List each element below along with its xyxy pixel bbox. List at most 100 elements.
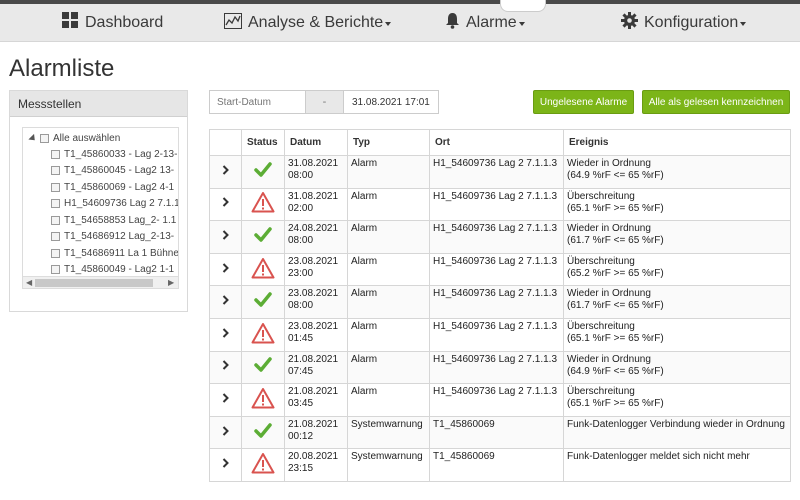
header-expand — [209, 129, 242, 156]
location-cell: H1_54609736 Lag 2 7.1.1.3 — [429, 317, 564, 352]
chevron-down-icon — [740, 22, 747, 26]
scrollbar-thumb[interactable] — [35, 279, 153, 287]
nav-alarme[interactable]: Alarme — [445, 11, 525, 35]
date-cell: 23.08.2021 08:00 — [284, 285, 348, 319]
tree-item-checkbox[interactable] — [51, 149, 60, 159]
table-row[interactable]: 24.08.2021 08:00 Alarm H1_54609736 Lag 2 7.… — [209, 220, 791, 254]
date-cell: 24.08.2021 08:00 — [284, 220, 348, 254]
event-cell: Überschreitung (65.1 %rF >= 65 %rF) — [563, 187, 791, 222]
nav-dashboard[interactable]: Dashboard — [62, 11, 163, 35]
chart-icon — [224, 12, 242, 34]
main-navbar: Dashboard Analyse & Berichte Alarme Konf… — [0, 0, 800, 42]
chevron-right-icon — [222, 230, 229, 240]
tree-item[interactable]: T1_45860069 - Lag2 4-1 — [51, 179, 174, 195]
tree-horizontal-scrollbar[interactable]: ◀ ▶ — [23, 276, 178, 288]
header-typ[interactable]: Typ — [347, 129, 430, 156]
table-row[interactable]: 21.08.2021 00:12 Systemwarnung T1_45860069 F… — [209, 415, 791, 450]
tree-item-checkbox[interactable] — [51, 215, 60, 225]
row-expand-button[interactable] — [209, 220, 242, 254]
tree-item-label: T1_45860033 - Lag 2-13- — [64, 148, 178, 160]
type-cell: Alarm — [347, 350, 430, 385]
row-expand-button[interactable] — [209, 448, 242, 482]
table-row[interactable]: 31.08.2021 02:00 Alarm H1_54609736 Lag 2 7.… — [209, 187, 791, 222]
table-row[interactable]: 23.08.2021 23:00 Alarm H1_54609736 Lag 2 7.… — [209, 252, 791, 287]
row-expand-button[interactable] — [209, 252, 242, 287]
collapse-triangle-icon[interactable] — [28, 133, 38, 143]
status-cell — [241, 415, 285, 450]
mark-all-read-button[interactable]: Alle als gelesen kennzeichnen — [642, 90, 790, 114]
row-expand-button[interactable] — [209, 155, 242, 189]
header-status[interactable]: Status — [241, 129, 285, 156]
chevron-right-icon — [222, 425, 229, 436]
type-cell: Alarm — [347, 252, 430, 287]
table-row[interactable]: 23.08.2021 01:45 Alarm H1_54609736 Lag 2 7.… — [209, 317, 791, 352]
tree-item-checkbox[interactable] — [51, 182, 60, 192]
nav-analyse-label: Analyse & Berichte — [248, 14, 384, 31]
check-icon — [254, 357, 272, 376]
tree-item[interactable]: H1_54609736 Lag 2 7.1.1 — [51, 196, 178, 212]
status-cell — [241, 350, 285, 385]
row-expand-button[interactable] — [209, 187, 242, 222]
status-cell — [241, 155, 285, 189]
date-cell: 21.08.2021 07:45 — [284, 350, 348, 385]
tree-item[interactable]: T1_54686911 La 1 Bühne — [51, 245, 179, 261]
nav-dashboard-label: Dashboard — [85, 14, 164, 31]
scroll-right-icon[interactable]: ▶ — [168, 278, 174, 287]
row-expand-button[interactable] — [209, 383, 242, 417]
event-text: Funk-Datenlogger meldet sich nicht mehr — [567, 451, 750, 463]
nav-analyse[interactable]: Analyse & Berichte — [224, 11, 392, 35]
header-ereignis[interactable]: Ereignis — [563, 129, 791, 156]
event-cell: Überschreitung (65.1 %rF >= 65 %rF) — [563, 317, 791, 352]
tree-item-label: T1_54686911 La 1 Bühne — [64, 247, 179, 259]
table-row[interactable]: 20.08.2021 23:15 Systemwarnung T1_45860069 F… — [209, 448, 791, 482]
grid-icon — [62, 12, 79, 34]
tree-item[interactable]: T1_45860045 - Lag2 13- — [51, 163, 174, 179]
event-text: Wieder in Ordnung — [567, 288, 651, 300]
table-row[interactable]: 21.08.2021 03:45 Alarm H1_54609736 Lag 2 7.… — [209, 383, 791, 417]
date-separator: - — [305, 91, 344, 113]
header-ort[interactable]: Ort — [429, 129, 564, 156]
tree-item[interactable]: T1_54686912 Lag_2-13- — [51, 229, 174, 245]
table-header-row: Status Datum Typ Ort Ereignis — [209, 129, 791, 156]
header-datum[interactable]: Datum — [284, 129, 348, 156]
location-cell: H1_54609736 Lag 2 7.1.1.3 — [429, 155, 564, 189]
date-text: 21.08.2021 — [288, 353, 339, 365]
event-detail: (61.7 %rF <= 65 %rF) — [567, 235, 664, 247]
tree-item[interactable]: T1_45860033 - Lag 2-13- — [51, 146, 177, 162]
tree-item-checkbox[interactable] — [51, 248, 60, 258]
start-date-input[interactable] — [210, 91, 305, 113]
tree-item-checkbox[interactable] — [51, 199, 60, 208]
time-text: 23:00 — [288, 267, 314, 279]
check-icon — [254, 292, 272, 311]
scroll-left-icon[interactable]: ◀ — [26, 278, 32, 287]
nav-konfiguration-label: Konfiguration — [644, 14, 739, 31]
event-detail: (65.1 %rF >= 65 %rF) — [567, 398, 664, 410]
date-text: 31.08.2021 — [288, 190, 339, 202]
location-cell: H1_54609736 Lag 2 7.1.1.3 — [429, 220, 564, 254]
table-row[interactable]: 21.08.2021 07:45 Alarm H1_54609736 Lag 2 7.… — [209, 350, 791, 385]
table-row[interactable]: 23.08.2021 08:00 Alarm H1_54609736 Lag 2 7.… — [209, 285, 791, 319]
row-expand-button[interactable] — [209, 415, 242, 450]
date-text: 24.08.2021 — [288, 223, 339, 235]
event-cell: Wieder in Ordnung (61.7 %rF <= 65 %rF) — [563, 285, 791, 319]
check-icon — [254, 162, 272, 181]
row-expand-button[interactable] — [209, 317, 242, 352]
tree-item-checkbox[interactable] — [51, 232, 60, 241]
table-row[interactable]: 31.08.2021 08:00 Alarm H1_54609736 Lag 2 7.… — [209, 155, 791, 189]
row-expand-button[interactable] — [209, 285, 242, 319]
row-expand-button[interactable] — [209, 350, 242, 385]
chevron-right-icon — [222, 197, 229, 208]
chevron-right-icon — [222, 393, 229, 403]
checkbox-select-all[interactable] — [40, 133, 49, 143]
tree-item-checkbox[interactable] — [51, 265, 60, 274]
tree-select-all[interactable]: Alle auswählen — [28, 130, 120, 146]
end-date-input[interactable] — [344, 91, 438, 113]
unread-alarms-button[interactable]: Ungelesene Alarme — [533, 90, 634, 114]
event-detail: (65.1 %rF >= 65 %rF) — [567, 202, 664, 214]
tree-item-label: T1_54686912 Lag_2-13- — [64, 231, 175, 242]
nav-konfiguration[interactable]: Konfiguration — [621, 11, 747, 35]
type-cell: Alarm — [347, 383, 430, 417]
tree-item-checkbox[interactable] — [51, 166, 60, 175]
status-cell — [241, 252, 285, 287]
tree-item[interactable]: T1_54658853 Lag_2- 1.1 — [51, 212, 176, 228]
